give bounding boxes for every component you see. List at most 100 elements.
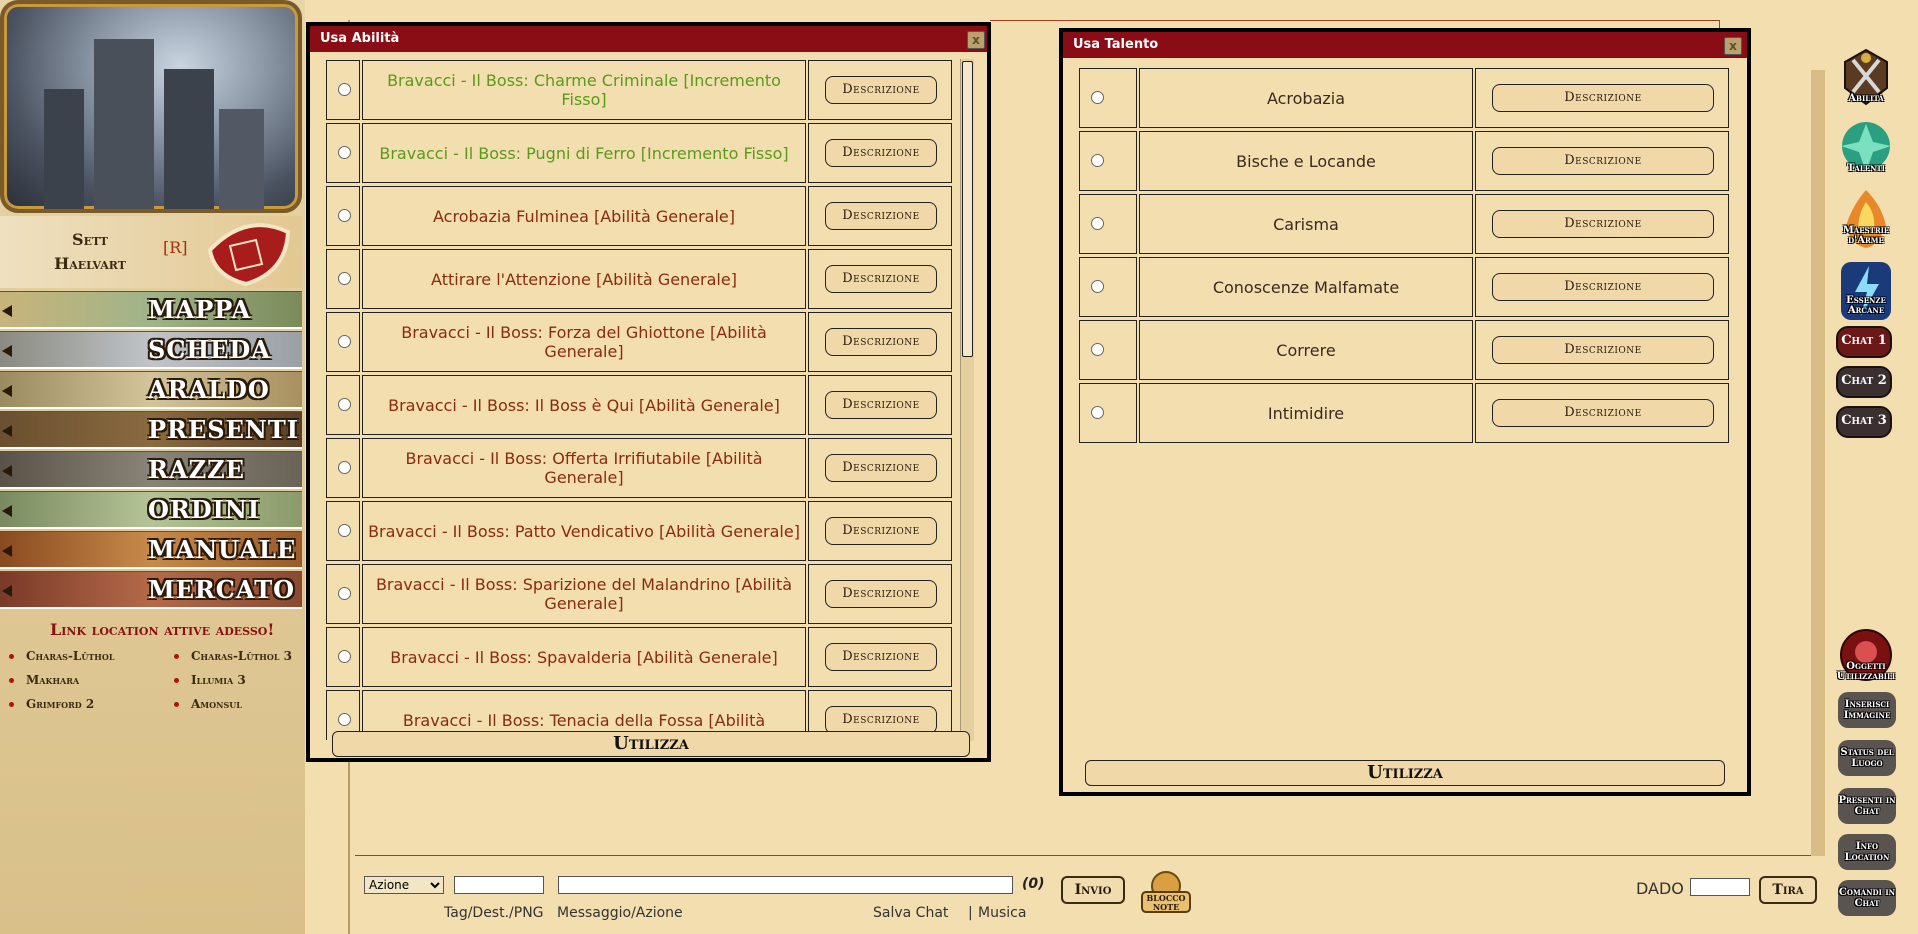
radio-button[interactable] [1091, 217, 1104, 230]
nav-ordini[interactable]: ORDINI [0, 491, 302, 529]
list-row[interactable]: Bravacci - Il Boss: Charme Criminale [In… [326, 60, 952, 120]
radio-button[interactable] [338, 209, 351, 222]
tag-input[interactable] [454, 876, 544, 894]
comandi-chat-button[interactable]: Comandi in Chat [1838, 880, 1896, 916]
close-icon[interactable]: x [967, 31, 985, 49]
descrizione-button[interactable]: Descrizione [825, 328, 937, 356]
inserisci-immagine-button[interactable]: Inserisci Immagine [1838, 692, 1896, 728]
location-link[interactable]: Makhara [9, 673, 79, 687]
nav-presenti[interactable]: PRESENTI [0, 411, 302, 449]
utilizza-button[interactable]: Utilizza [332, 731, 970, 757]
radio-button[interactable] [338, 650, 351, 663]
action-select[interactable]: Azione [364, 876, 444, 894]
nav-araldo[interactable]: ARALDO [0, 371, 302, 409]
music-link[interactable]: Musica [978, 905, 1026, 921]
character-name[interactable]: Sett Haelvart [30, 228, 150, 276]
descrizione-button[interactable]: Descrizione [825, 265, 937, 293]
list-row[interactable]: Bravacci - Il Boss: Pugni di Ferro [Incr… [326, 123, 952, 183]
scroll-thumb[interactable] [962, 61, 973, 357]
oggetti-icon[interactable]: Oggetti Utilizzabili [1836, 628, 1896, 686]
send-button[interactable]: Invio [1061, 876, 1125, 904]
save-chat-link[interactable]: Salva Chat [873, 905, 948, 921]
name-cell: Acrobazia Fulminea [Abilità Generale] [362, 186, 806, 246]
chat2-button[interactable]: Chat 2 [1836, 366, 1892, 398]
list-row[interactable]: Correre Descrizione [1079, 320, 1729, 380]
list-row[interactable]: Carisma Descrizione [1079, 194, 1729, 254]
abilita-scrollbar[interactable] [960, 59, 974, 741]
radio-button[interactable] [338, 146, 351, 159]
location-link[interactable]: Charas-Lûthol [9, 649, 114, 663]
radio-button[interactable] [338, 524, 351, 537]
maestrie-icon[interactable]: Maestrie d'Arme [1836, 188, 1896, 254]
radio-button[interactable] [1091, 154, 1104, 167]
location-link[interactable]: Grimford 2 [9, 697, 94, 711]
close-icon[interactable]: x [1724, 37, 1742, 55]
list-row[interactable]: Bravacci - Il Boss: Sparizione del Malan… [326, 564, 952, 624]
descrizione-button[interactable]: Descrizione [1492, 210, 1714, 238]
list-row[interactable]: Acrobazia Descrizione [1079, 68, 1729, 128]
location-link[interactable]: Charas-Lûthol 3 [174, 649, 292, 663]
list-row[interactable]: Bravacci - Il Boss: Offerta Irrifiutabil… [326, 438, 952, 498]
descrizione-button[interactable]: Descrizione [825, 391, 937, 419]
radio-button[interactable] [338, 398, 351, 411]
notes-icon[interactable]: BLOCCO NOTE [1138, 870, 1194, 914]
descrizione-button[interactable]: Descrizione [1492, 336, 1714, 364]
nav-manuale[interactable]: MANUALE [0, 531, 302, 569]
list-row[interactable]: Bravacci - Il Boss: Spavalderia [Abilità… [326, 627, 952, 687]
shield-emblem-icon[interactable] [200, 220, 292, 286]
abilita-icon[interactable]: Abilità [1836, 48, 1896, 110]
location-link[interactable]: Illumia 3 [174, 673, 246, 687]
radio-button[interactable] [1091, 91, 1104, 104]
descrizione-button[interactable]: Descrizione [825, 580, 937, 608]
nav-mappa[interactable]: MAPPA [0, 291, 302, 329]
descrizione-button[interactable]: Descrizione [825, 139, 937, 167]
radio-button[interactable] [1091, 406, 1104, 419]
descrizione-button[interactable]: Descrizione [825, 202, 937, 230]
radio-button[interactable] [338, 461, 351, 474]
descrizione-button[interactable]: Descrizione [825, 454, 937, 482]
list-row[interactable]: Acrobazia Fulminea [Abilità Generale] Des… [326, 186, 952, 246]
name-cell: Bravacci - Il Boss: Forza del Ghiottone … [362, 312, 806, 372]
item-name: Bische e Locande [1236, 151, 1376, 171]
status-luogo-button[interactable]: Status del Luogo [1838, 740, 1896, 776]
radio-button[interactable] [338, 335, 351, 348]
descrizione-button[interactable]: Descrizione [1492, 147, 1714, 175]
info-location-button[interactable]: Info Location [1838, 834, 1896, 870]
utilizza-button[interactable]: Utilizza [1085, 760, 1725, 786]
radio-button[interactable] [338, 272, 351, 285]
talenti-icon[interactable]: Talenti [1836, 118, 1896, 180]
chat3-button[interactable]: Chat 3 [1836, 406, 1892, 438]
descrizione-button[interactable]: Descrizione [825, 706, 937, 734]
radio-cell [1079, 131, 1137, 191]
descrizione-button[interactable]: Descrizione [1492, 399, 1714, 427]
radio-button[interactable] [338, 83, 351, 96]
descrizione-button[interactable]: Descrizione [1492, 273, 1714, 301]
descrizione-button[interactable]: Descrizione [1492, 84, 1714, 112]
radio-button[interactable] [1091, 343, 1104, 356]
presenti-chat-button[interactable]: Presenti in Chat [1838, 788, 1896, 824]
descrizione-button[interactable]: Descrizione [825, 643, 937, 671]
nav-scheda[interactable]: SCHEDA [0, 331, 302, 369]
radio-button[interactable] [338, 713, 351, 726]
location-link[interactable]: Amonsul [174, 697, 242, 711]
descrizione-button[interactable]: Descrizione [825, 517, 937, 545]
list-row[interactable]: Bische e Locande Descrizione [1079, 131, 1729, 191]
nav-mercato[interactable]: MERCATO [0, 571, 302, 609]
descrizione-button[interactable]: Descrizione [825, 76, 937, 104]
radio-button[interactable] [338, 587, 351, 600]
chat1-button[interactable]: Chat 1 [1836, 326, 1892, 358]
list-row[interactable]: Bravacci - Il Boss: Il Boss è Qui [Abili… [326, 375, 952, 435]
nav-razze[interactable]: RAZZE [0, 451, 302, 489]
dice-input[interactable] [1690, 878, 1750, 896]
essenze-icon[interactable]: Essenze Arcane [1836, 260, 1896, 326]
list-row[interactable]: Conoscenze Malfamate Descrizione [1079, 257, 1729, 317]
list-row[interactable]: Bravacci - Il Boss: Forza del Ghiottone … [326, 312, 952, 372]
action-cell: Descrizione [808, 375, 952, 435]
roll-button[interactable]: Tira [1759, 876, 1817, 904]
list-row[interactable]: Attirare l'Attenzione [Abilità Generale]… [326, 249, 952, 309]
chat-scrollbar[interactable] [1811, 70, 1825, 856]
message-input[interactable] [558, 876, 1013, 894]
radio-button[interactable] [1091, 280, 1104, 293]
list-row[interactable]: Intimidire Descrizione [1079, 383, 1729, 443]
list-row[interactable]: Bravacci - Il Boss: Patto Vendicativo [A… [326, 501, 952, 561]
